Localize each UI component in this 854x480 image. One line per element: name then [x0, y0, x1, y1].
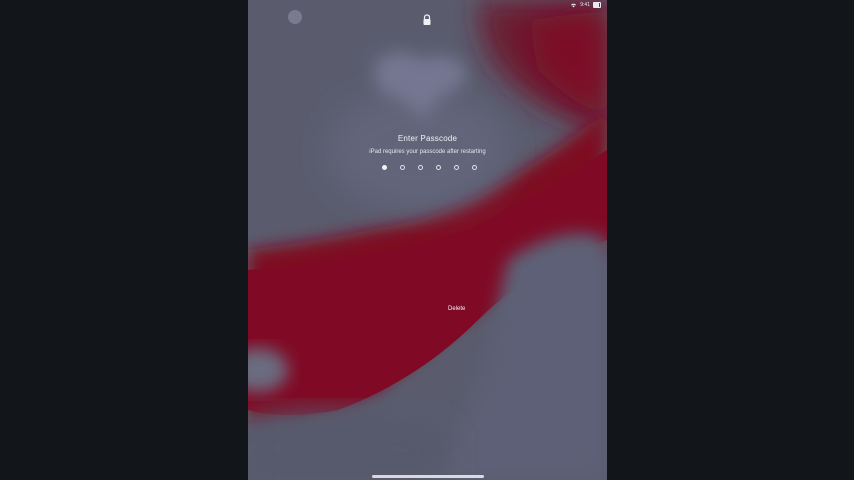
passcode-dot [454, 165, 459, 170]
passcode-dot [400, 165, 405, 170]
passcode-subtitle: iPad requires your passcode after restar… [369, 149, 486, 155]
passcode-dots [382, 165, 477, 170]
ipad-lock-screen: 9:41 Enter Passcode iPad requires your p… [248, 0, 607, 480]
battery-icon [593, 2, 601, 8]
status-bar: 9:41 [248, 0, 607, 14]
status-indicators: 9:41 [570, 2, 601, 8]
passcode-dot [382, 165, 387, 170]
screen: 9:41 Enter Passcode iPad requires your p… [0, 0, 854, 480]
passcode-prompt: Enter Passcode iPad requires your passco… [248, 134, 607, 156]
wifi-icon [571, 3, 577, 8]
wallpaper [248, 0, 607, 480]
lock-icon [423, 14, 431, 25]
passcode-dot [418, 165, 423, 170]
camera-icon [288, 10, 302, 24]
passcode-dot [436, 165, 441, 170]
passcode-title: Enter Passcode [397, 134, 458, 143]
home-indicator[interactable] [372, 475, 484, 478]
passcode-dot [472, 165, 477, 170]
delete-button[interactable]: Delete [448, 306, 465, 312]
status-time: 9:41 [580, 2, 590, 8]
